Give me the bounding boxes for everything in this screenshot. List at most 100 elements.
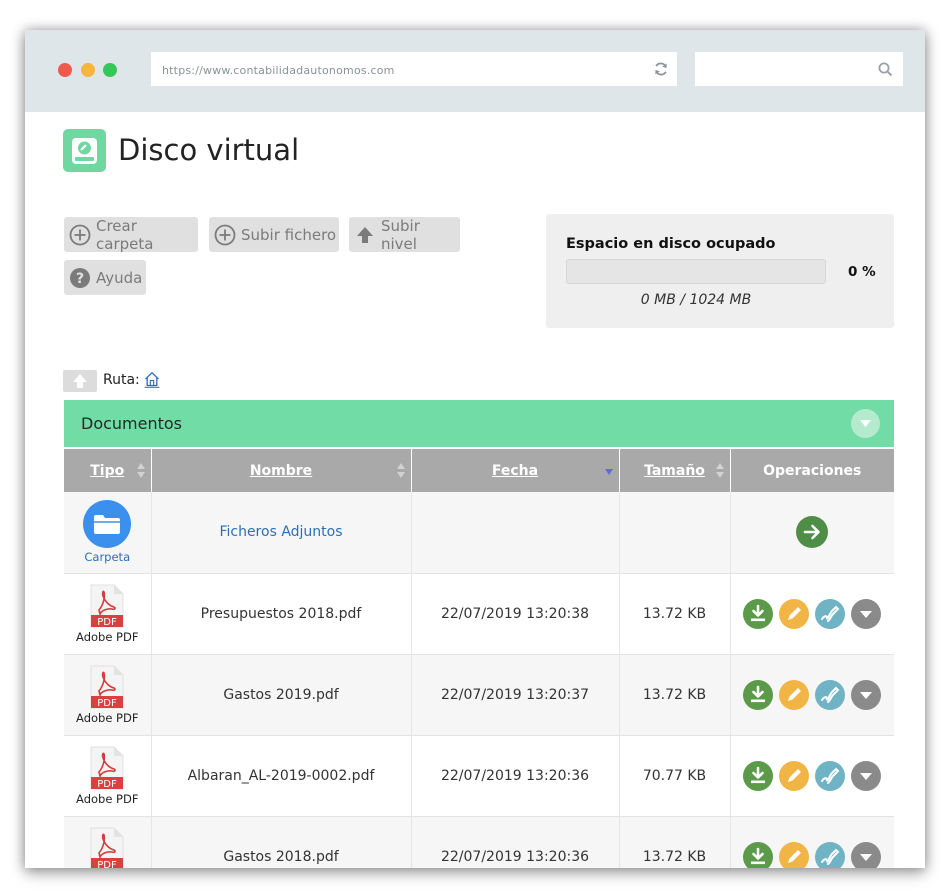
sort-both-icon: [715, 463, 724, 478]
maximize-window-dot[interactable]: [103, 63, 117, 77]
table-row[interactable]: PDF Adobe PDF Gastos 2018.pdf 22/07/2019…: [64, 816, 894, 868]
signature-icon[interactable]: [815, 841, 846, 868]
home-icon[interactable]: [144, 371, 160, 388]
table-row[interactable]: PDF Adobe PDF Albaran_AL-2019-0002.pdf 2…: [64, 735, 894, 817]
table-row[interactable]: PDF Adobe PDF Presupuestos 2018.pdf 22/0…: [64, 573, 894, 655]
add-circle-icon: [69, 224, 91, 245]
type-label: Adobe PDF: [76, 629, 139, 644]
type-cell: PDF Adobe PDF: [64, 735, 152, 817]
edit-pencil-icon[interactable]: [779, 841, 810, 868]
size-cell: 70.77 KB: [619, 735, 731, 817]
table-row[interactable]: Carpeta Ficheros Adjuntos: [64, 492, 894, 574]
sort-both-icon: [136, 463, 145, 478]
address-bar[interactable]: https://www.contabilidadautonomos.com: [151, 52, 677, 86]
size-cell: 13.72 KB: [619, 573, 731, 655]
documents-title: Documentos: [81, 414, 183, 433]
svg-text:PDF: PDF: [98, 860, 118, 869]
search-icon[interactable]: [878, 62, 893, 77]
column-header-date[interactable]: Fecha: [411, 449, 620, 492]
column-header-name[interactable]: Nombre: [151, 449, 412, 492]
add-circle-icon: [214, 224, 236, 245]
edit-pencil-icon[interactable]: [779, 679, 810, 710]
download-icon[interactable]: [743, 760, 774, 791]
help-label: Ayuda: [96, 268, 143, 287]
signature-icon[interactable]: [815, 760, 846, 791]
name-cell[interactable]: Presupuestos 2018.pdf: [151, 573, 412, 655]
name-cell[interactable]: Gastos 2019.pdf: [151, 654, 412, 736]
size-cell: 13.72 KB: [619, 816, 731, 868]
column-header-size[interactable]: Tamaño: [619, 449, 731, 492]
sort-descending-icon: [604, 469, 613, 475]
arrow-up-icon: [73, 374, 87, 388]
more-options-icon[interactable]: [851, 598, 882, 629]
svg-text:PDF: PDF: [98, 617, 118, 628]
column-header-operations: Operaciones: [730, 449, 894, 492]
more-options-icon[interactable]: [851, 679, 882, 710]
disk-usage-progress-bar: [566, 259, 826, 284]
operations-cell: [730, 816, 894, 868]
create-folder-button[interactable]: Crear carpeta: [64, 217, 198, 253]
column-header-type[interactable]: Tipo: [64, 449, 152, 492]
date-cell: 22/07/2019 13:20:36: [411, 735, 620, 817]
pdf-file-icon[interactable]: PDF: [87, 584, 127, 628]
path-up-button[interactable]: [63, 370, 97, 392]
name-cell[interactable]: Gastos 2018.pdf: [151, 816, 412, 868]
download-icon[interactable]: [743, 679, 774, 710]
browser-window: https://www.contabilidadautonomos.com Di…: [25, 30, 925, 868]
signature-icon[interactable]: [815, 679, 846, 710]
more-options-icon[interactable]: [851, 841, 882, 868]
page-content: Disco virtual Crear carpeta Subir ficher…: [25, 112, 925, 868]
edit-pencil-icon[interactable]: [779, 760, 810, 791]
disk-usage-amount: 0 MB / 1024 MB: [640, 292, 752, 308]
open-folder-button[interactable]: [796, 516, 829, 549]
browser-search-bar[interactable]: [695, 52, 903, 86]
signature-icon[interactable]: [815, 598, 846, 629]
help-button[interactable]: ? Ayuda: [64, 260, 146, 295]
pdf-file-icon[interactable]: PDF: [87, 746, 127, 790]
operations-cell: [730, 735, 894, 817]
type-label[interactable]: Carpeta: [64, 550, 151, 564]
type-cell: Carpeta: [64, 492, 152, 574]
name-cell[interactable]: Ficheros Adjuntos: [151, 492, 412, 574]
operations-cell: [730, 573, 894, 655]
level-up-button[interactable]: Subir nivel: [349, 216, 460, 253]
question-circle-icon: ?: [70, 267, 90, 288]
refresh-icon[interactable]: [653, 61, 669, 77]
svg-text:?: ?: [76, 271, 84, 287]
download-icon[interactable]: [743, 841, 774, 868]
virtual-disk-icon: [63, 129, 106, 172]
svg-text:PDF: PDF: [98, 698, 118, 709]
browser-chrome: https://www.contabilidadautonomos.com: [25, 30, 925, 112]
operations-cell: [730, 492, 894, 574]
sort-both-icon: [396, 463, 405, 478]
more-options-icon[interactable]: [851, 760, 882, 791]
disk-usage-panel: Espacio en disco ocupado 0 % 0 MB / 1024…: [546, 214, 894, 328]
pdf-file-icon[interactable]: PDF: [87, 665, 127, 709]
pdf-file-icon[interactable]: PDF: [87, 827, 127, 869]
close-window-dot[interactable]: [58, 63, 72, 77]
type-cell: PDF Adobe PDF: [64, 654, 152, 736]
date-cell: 22/07/2019 13:20:36: [411, 816, 620, 868]
type-cell: PDF Adobe PDF: [64, 816, 152, 869]
upload-file-label: Subir fichero: [241, 225, 337, 244]
documents-header: Documentos: [64, 400, 894, 447]
name-cell[interactable]: Albaran_AL-2019-0002.pdf: [151, 735, 412, 817]
folder-icon[interactable]: [83, 500, 132, 549]
type-label: Adobe PDF: [76, 710, 139, 725]
date-cell: [411, 492, 620, 574]
filter-toggle-icon[interactable]: [851, 409, 880, 438]
level-up-label: Subir nivel: [381, 216, 420, 253]
folder-link[interactable]: Ficheros Adjuntos: [219, 524, 342, 540]
type-label: Adobe PDF: [76, 791, 139, 806]
path-label: Ruta:: [103, 372, 140, 388]
minimize-window-dot[interactable]: [81, 63, 95, 77]
table-row[interactable]: PDF Adobe PDF Gastos 2019.pdf 22/07/2019…: [64, 654, 894, 736]
documents-table: Tipo Nombre Fecha Tamaño Operaciones Car…: [64, 449, 894, 868]
disk-usage-title: Espacio en disco ocupado: [566, 236, 776, 252]
svg-text:PDF: PDF: [98, 779, 118, 790]
date-cell: 22/07/2019 13:20:37: [411, 654, 620, 736]
table-header-row: Tipo Nombre Fecha Tamaño Operaciones: [64, 449, 894, 492]
download-icon[interactable]: [743, 598, 774, 629]
edit-pencil-icon[interactable]: [779, 598, 810, 629]
upload-file-button[interactable]: Subir fichero: [209, 217, 339, 252]
